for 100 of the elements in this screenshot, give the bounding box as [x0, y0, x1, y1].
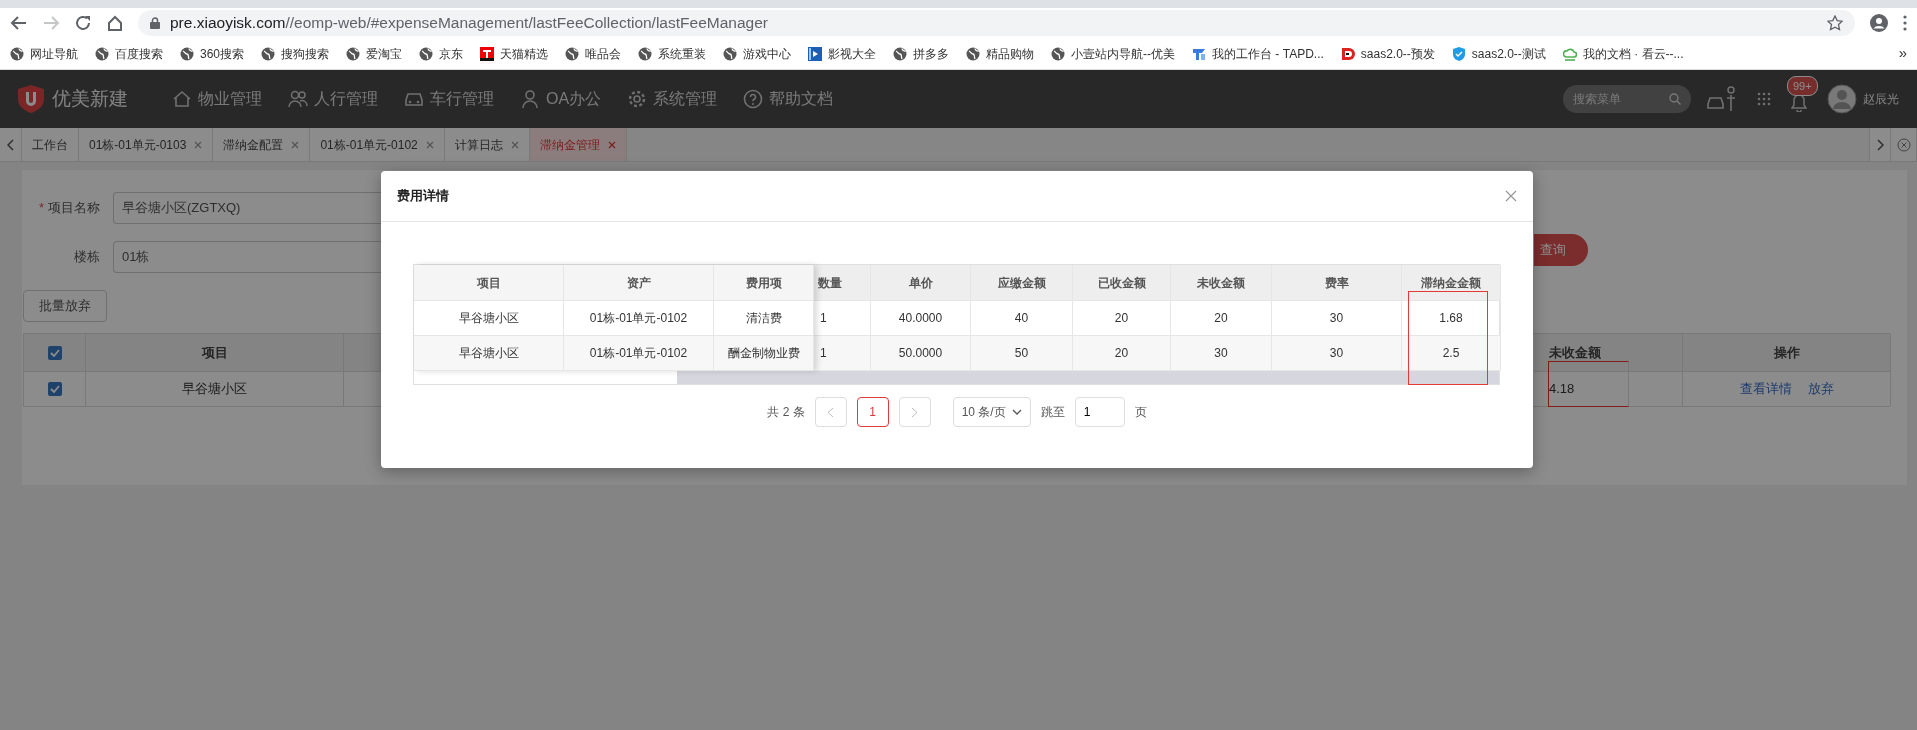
- people-icon: [288, 89, 308, 109]
- bookmark-link[interactable]: saas2.0--测试: [1451, 44, 1546, 63]
- bookmark-link[interactable]: 影视大全: [808, 44, 877, 63]
- bulk-discard-button[interactable]: 批量放弃: [23, 290, 107, 322]
- back-icon[interactable]: [10, 14, 28, 32]
- close-icon[interactable]: [425, 140, 434, 149]
- table-cell: 50: [971, 336, 1073, 371]
- page-tab[interactable]: 滞纳金配置: [213, 128, 311, 161]
- globe-icon: [95, 46, 109, 61]
- close-icon[interactable]: [607, 140, 616, 149]
- reload-icon[interactable]: [74, 14, 92, 32]
- close-all-icon[interactable]: [1896, 137, 1911, 152]
- person-car-icon[interactable]: [1707, 86, 1737, 112]
- page-tab[interactable]: 01栋-01单元-0103: [79, 128, 214, 161]
- jump-label: 跳至: [1040, 404, 1065, 421]
- bookmark-link[interactable]: 网址导航: [10, 44, 78, 63]
- column-header: 应缴金额: [971, 265, 1073, 301]
- table-cell: 30: [1171, 336, 1272, 371]
- bookmark-link[interactable]: 百度搜索: [95, 44, 163, 63]
- help-icon: [743, 89, 764, 109]
- close-icon[interactable]: [1505, 190, 1517, 202]
- close-icon[interactable]: [194, 140, 203, 149]
- tile-icon: [1192, 46, 1207, 61]
- checkbox[interactable]: [47, 382, 62, 396]
- globe-icon: [966, 46, 981, 61]
- user-name[interactable]: 赵辰光: [1863, 90, 1899, 108]
- close-icon[interactable]: [510, 140, 519, 149]
- globe-icon: [419, 46, 434, 61]
- bookmark-link[interactable]: 拼多多: [893, 44, 950, 63]
- bookmark-link[interactable]: 系统重装: [638, 44, 707, 63]
- column-header: 项目: [86, 334, 344, 372]
- url-text: pre.xiaoyisk.com//eomp-web/#expenseManagement/lastFeeCollection/lastFeeManager: [170, 13, 768, 34]
- field-label: * 项目名称: [37, 199, 101, 218]
- bookmark-link[interactable]: 搜狗搜索: [261, 44, 330, 63]
- column-header: 费用项: [714, 265, 814, 301]
- tile-icon: [480, 46, 495, 61]
- table-cell: 早谷塘小区: [414, 336, 564, 371]
- column-header: 未收金额: [1534, 334, 1683, 372]
- table-cell: 01栋-01单元-0102: [564, 336, 714, 371]
- text-field[interactable]: 01栋: [113, 241, 381, 273]
- globe-icon: [346, 46, 361, 61]
- page-button[interactable]: 1: [856, 397, 889, 427]
- person-icon: [520, 89, 540, 109]
- scroll-right-button[interactable]: [1869, 128, 1891, 161]
- home-icon[interactable]: [106, 14, 124, 32]
- page-number-field[interactable]: 1: [1074, 397, 1125, 427]
- bookmark-link[interactable]: 小壹站内导航--优美: [1051, 44, 1176, 63]
- account-icon[interactable]: [1869, 13, 1889, 33]
- nav-menu-item[interactable]: 系统管理: [627, 87, 718, 111]
- address-bar[interactable]: pre.xiaoyisk.com//eomp-web/#expenseManagement/lastFeeCollection/lastFeeManager: [138, 10, 1855, 36]
- globe-icon: [1051, 46, 1066, 61]
- bookmark-link[interactable]: 爱淘宝: [346, 44, 403, 63]
- column-header: 费率: [1272, 265, 1402, 301]
- chevron-left-icon: [827, 406, 835, 418]
- grid-icon[interactable]: [1757, 92, 1771, 106]
- column-header: 资产: [564, 265, 714, 301]
- settings-icon: [627, 89, 648, 109]
- menu-icon[interactable]: [1903, 15, 1907, 31]
- nav-menu-item[interactable]: 帮助文档: [743, 87, 834, 111]
- nav-menu-item[interactable]: 车行管理: [404, 87, 494, 111]
- text-field[interactable]: 早谷塘小区(ZGTXQ): [113, 192, 381, 224]
- bookmark-link[interactable]: 天猫精选: [480, 44, 549, 63]
- bookmark-link[interactable]: 我的文档 · 看云--...: [1562, 44, 1684, 63]
- avatar-icon[interactable]: [1827, 84, 1857, 114]
- table-cell: 50.0000: [871, 336, 971, 371]
- globe-icon: [10, 46, 24, 61]
- scroll-left-button[interactable]: [0, 128, 22, 161]
- bookmark-link[interactable]: 京东: [419, 44, 464, 63]
- table-cell: 1: [814, 336, 871, 371]
- page-tab[interactable]: 01栋-01单元-0102: [310, 128, 445, 161]
- table-cell: 20: [1073, 336, 1171, 371]
- bookmark-link[interactable]: saas2.0--预发: [1340, 44, 1435, 63]
- bookmark-link[interactable]: 我的工作台 - TAPD...: [1192, 44, 1324, 63]
- close-icon[interactable]: [291, 140, 300, 149]
- page-tab[interactable]: 工作台: [22, 128, 79, 161]
- nav-menu-item[interactable]: OA办公: [520, 87, 602, 111]
- column-header: 操作: [1683, 334, 1891, 372]
- scrollbar-thumb[interactable]: [677, 371, 1499, 384]
- shield-icon: [1451, 46, 1466, 61]
- table-cell: 30: [1272, 336, 1402, 371]
- nav-menu-item[interactable]: 人行管理: [288, 87, 378, 111]
- bookmark-link[interactable]: 唯品会: [565, 44, 622, 63]
- house-icon: [172, 89, 192, 109]
- star-icon[interactable]: [1827, 15, 1843, 31]
- checkbox[interactable]: [47, 345, 62, 360]
- globe-icon: [723, 46, 738, 61]
- cloud-icon: [1562, 46, 1577, 61]
- nav-menu-item[interactable]: 物业管理: [172, 87, 262, 111]
- more-bookmarks-button[interactable]: »: [1898, 42, 1907, 65]
- table-cell: 酬金制物业费: [714, 336, 814, 371]
- column-header: 项目: [414, 265, 564, 301]
- bookmark-link[interactable]: 360搜索: [180, 44, 245, 63]
- globe-icon: [261, 46, 276, 61]
- bookmark-link[interactable]: 游戏中心: [723, 44, 792, 63]
- shield-logo-icon: [18, 85, 44, 113]
- page-tab[interactable]: 计算日志: [444, 128, 530, 161]
- bell-icon[interactable]: [1791, 94, 1807, 113]
- page-size-select[interactable]: 10 条/页: [952, 397, 1031, 427]
- page-suffix: 页: [1134, 404, 1147, 421]
- bookmark-link[interactable]: 精品购物: [966, 44, 1035, 63]
